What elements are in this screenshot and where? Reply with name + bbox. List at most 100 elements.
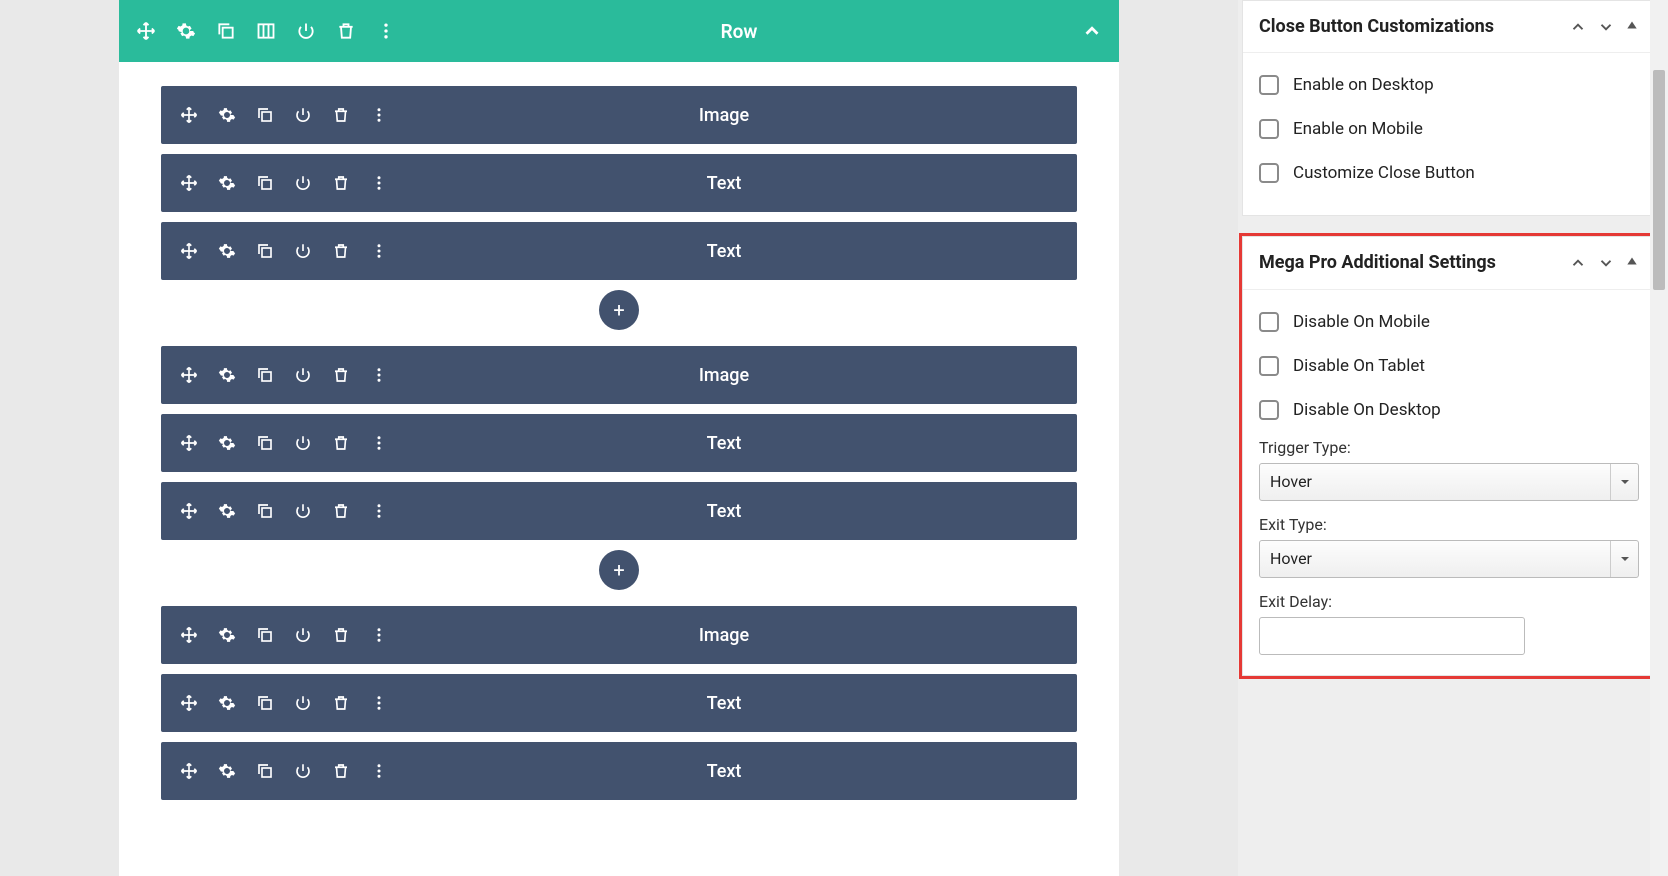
gear-icon[interactable] [217,173,237,193]
more-icon[interactable] [369,433,389,453]
checkbox[interactable] [1259,356,1279,376]
duplicate-icon[interactable] [255,365,275,385]
chevron-down-icon[interactable] [1597,254,1615,272]
move-icon[interactable] [179,693,199,713]
trash-icon[interactable] [331,761,351,781]
option-disable-mobile[interactable]: Disable On Mobile [1259,300,1639,344]
option-disable-tablet[interactable]: Disable On Tablet [1259,344,1639,388]
duplicate-icon[interactable] [255,501,275,521]
panel-header[interactable]: Close Button Customizations [1243,1,1655,53]
more-icon[interactable] [375,20,397,42]
move-icon[interactable] [179,105,199,125]
duplicate-icon[interactable] [215,20,237,42]
more-icon[interactable] [369,173,389,193]
trigger-type-select[interactable]: Hover [1259,463,1639,501]
move-icon[interactable] [179,241,199,261]
duplicate-icon[interactable] [255,105,275,125]
checkbox[interactable] [1259,119,1279,139]
gear-icon[interactable] [217,501,237,521]
more-icon[interactable] [369,761,389,781]
settings-sidebar: Close Button Customizations Enable on De… [1238,0,1668,876]
move-icon[interactable] [179,501,199,521]
power-icon[interactable] [293,501,313,521]
power-icon[interactable] [293,433,313,453]
chevron-up-icon[interactable] [1569,254,1587,272]
move-icon[interactable] [179,761,199,781]
element-text[interactable]: Text [161,482,1077,540]
element-text[interactable]: Text [161,742,1077,800]
gear-icon[interactable] [217,625,237,645]
duplicate-icon[interactable] [255,625,275,645]
gear-icon[interactable] [217,365,237,385]
duplicate-icon[interactable] [255,693,275,713]
columns-icon[interactable] [255,20,277,42]
power-icon[interactable] [293,761,313,781]
triangle-up-icon[interactable] [1625,18,1639,36]
trash-icon[interactable] [331,433,351,453]
checkbox[interactable] [1259,312,1279,332]
move-icon[interactable] [179,625,199,645]
element-image[interactable]: Image [161,346,1077,404]
move-icon[interactable] [179,365,199,385]
move-icon[interactable] [179,433,199,453]
chevron-down-icon[interactable] [1597,18,1615,36]
chevron-up-icon[interactable] [1569,18,1587,36]
option-enable-desktop[interactable]: Enable on Desktop [1259,63,1639,107]
more-icon[interactable] [369,693,389,713]
trash-icon[interactable] [331,241,351,261]
power-icon[interactable] [293,693,313,713]
exit-type-select[interactable]: Hover [1259,540,1639,578]
more-icon[interactable] [369,365,389,385]
duplicate-icon[interactable] [255,173,275,193]
power-icon[interactable] [293,625,313,645]
power-icon[interactable] [293,241,313,261]
move-icon[interactable] [179,173,199,193]
trash-icon[interactable] [331,365,351,385]
add-element-button[interactable]: + [599,550,639,590]
power-icon[interactable] [293,105,313,125]
scrollbar-thumb[interactable] [1653,70,1665,290]
gear-icon[interactable] [217,433,237,453]
gear-icon[interactable] [217,105,237,125]
element-text[interactable]: Text [161,674,1077,732]
scrollbar[interactable] [1650,0,1668,876]
trash-icon[interactable] [331,173,351,193]
element-text[interactable]: Text [161,154,1077,212]
trash-icon[interactable] [335,20,357,42]
gear-icon[interactable] [217,241,237,261]
checkbox[interactable] [1259,400,1279,420]
more-icon[interactable] [369,105,389,125]
more-icon[interactable] [369,625,389,645]
element-text[interactable]: Text [161,222,1077,280]
panel-header[interactable]: Mega Pro Additional Settings [1243,237,1655,289]
power-icon[interactable] [295,20,317,42]
checkbox[interactable] [1259,75,1279,95]
trash-icon[interactable] [331,105,351,125]
gear-icon[interactable] [175,20,197,42]
option-disable-desktop[interactable]: Disable On Desktop [1259,388,1639,432]
option-enable-mobile[interactable]: Enable on Mobile [1259,107,1639,151]
option-customize-close-button[interactable]: Customize Close Button [1259,151,1639,195]
add-element-button[interactable]: + [599,290,639,330]
triangle-up-icon[interactable] [1625,254,1639,272]
row-header[interactable]: Row [119,0,1119,62]
move-icon[interactable] [135,20,157,42]
element-image[interactable]: Image [161,86,1077,144]
duplicate-icon[interactable] [255,433,275,453]
power-icon[interactable] [293,173,313,193]
exit-delay-input[interactable] [1259,617,1525,655]
power-icon[interactable] [293,365,313,385]
checkbox[interactable] [1259,163,1279,183]
trash-icon[interactable] [331,693,351,713]
element-image[interactable]: Image [161,606,1077,664]
trash-icon[interactable] [331,625,351,645]
element-text[interactable]: Text [161,414,1077,472]
more-icon[interactable] [369,501,389,521]
duplicate-icon[interactable] [255,761,275,781]
more-icon[interactable] [369,241,389,261]
gear-icon[interactable] [217,761,237,781]
gear-icon[interactable] [217,693,237,713]
duplicate-icon[interactable] [255,241,275,261]
trash-icon[interactable] [331,501,351,521]
collapse-icon[interactable] [1081,20,1103,42]
